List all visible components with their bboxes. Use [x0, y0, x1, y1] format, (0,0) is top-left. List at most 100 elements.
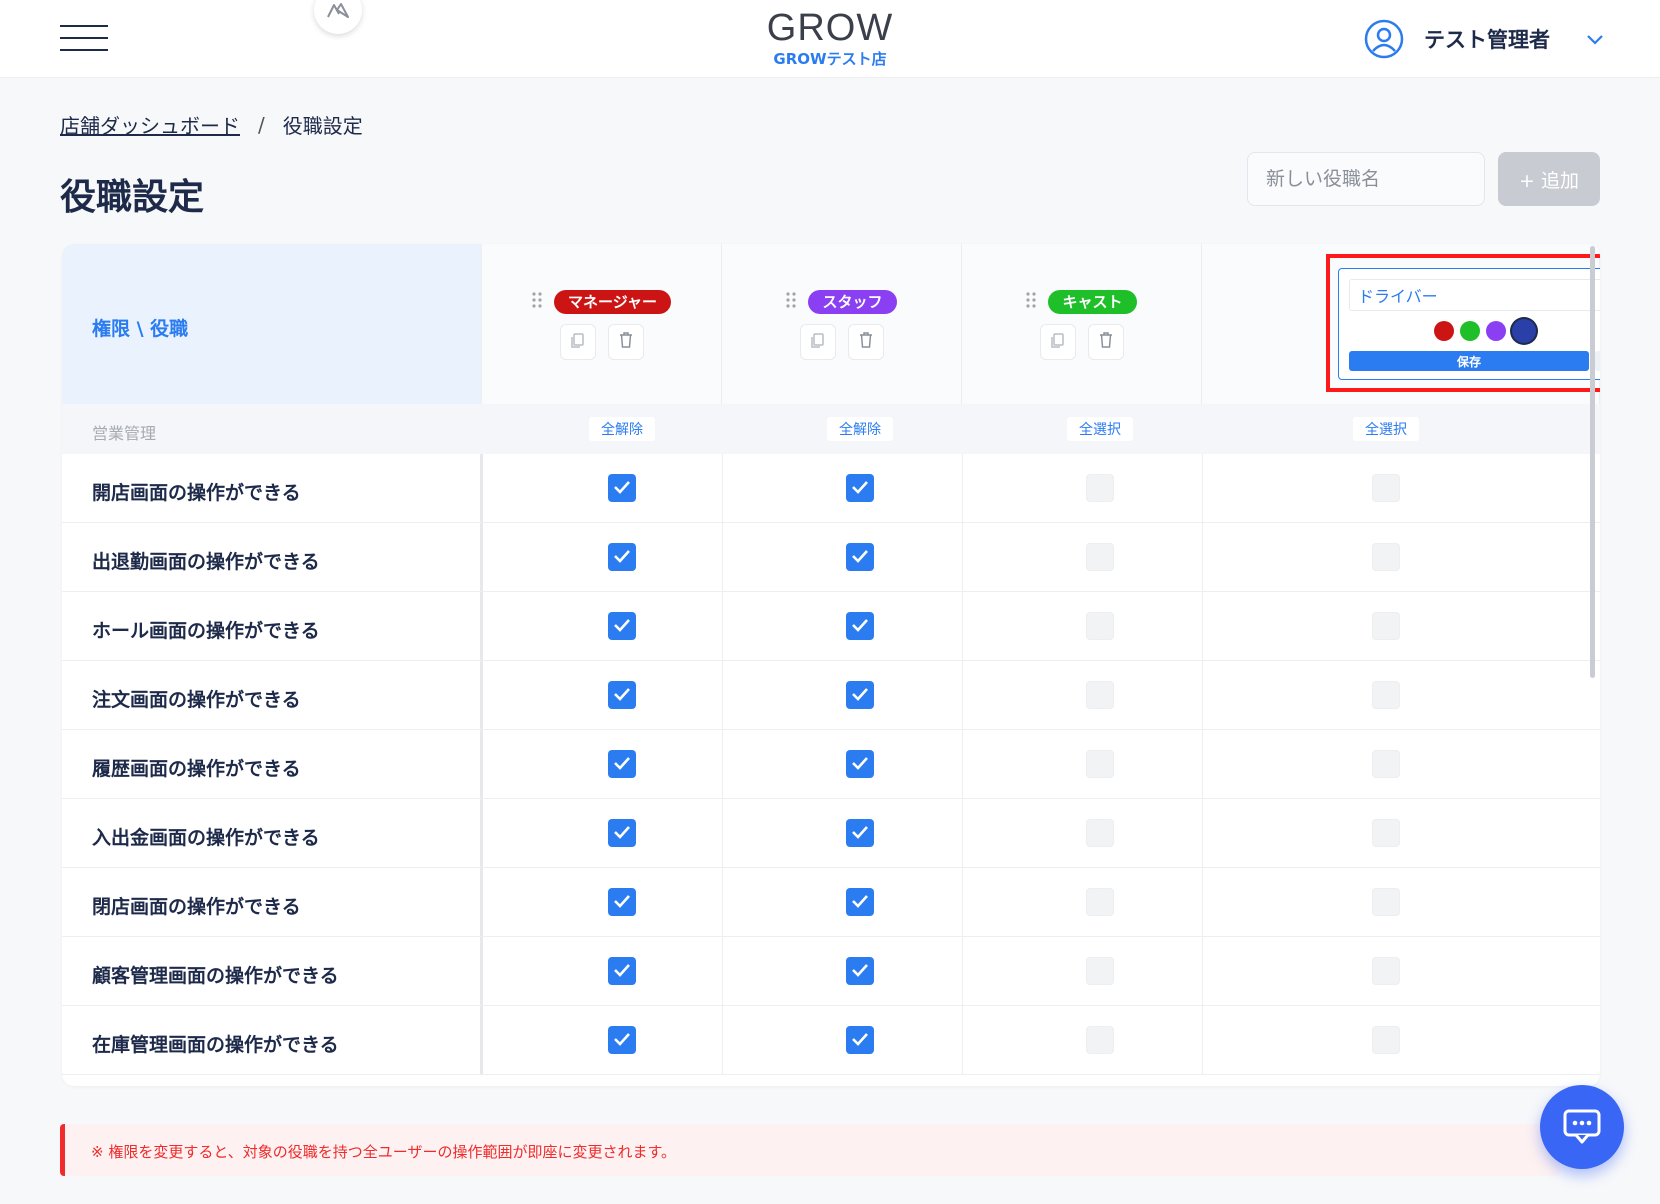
- permission-label: 閉店画面の操作ができる: [92, 896, 301, 918]
- trash-icon: [857, 331, 875, 353]
- permission-checkbox[interactable]: [1086, 612, 1114, 640]
- permission-checkbox[interactable]: [1372, 543, 1400, 571]
- new-role-name-input[interactable]: [1247, 152, 1485, 206]
- column-divider: [962, 799, 963, 867]
- permission-label: ホール画面の操作ができる: [92, 620, 320, 642]
- copy-role-button[interactable]: [799, 324, 836, 360]
- permission-checkbox[interactable]: [1086, 474, 1114, 502]
- column-divider: [480, 454, 483, 522]
- column-divider: [1202, 868, 1203, 936]
- column-divider: [722, 523, 723, 591]
- add-role-button[interactable]: + 追加: [1498, 152, 1600, 206]
- permission-checkbox[interactable]: [846, 681, 874, 709]
- delete-role-button[interactable]: [607, 324, 644, 360]
- permission-checkbox[interactable]: [1372, 819, 1400, 847]
- chevron-down-icon: [1587, 35, 1603, 45]
- permission-checkbox[interactable]: [1372, 750, 1400, 778]
- permission-checkbox[interactable]: [846, 612, 874, 640]
- color-swatch-1[interactable]: [1460, 321, 1480, 341]
- permission-row: 開店画面の操作ができる: [62, 454, 1600, 523]
- color-swatch-3[interactable]: [1512, 319, 1536, 343]
- drag-handle-icon[interactable]: [532, 292, 542, 312]
- permission-checkbox[interactable]: [608, 888, 636, 916]
- toggle-all-button-1[interactable]: 全解除: [827, 417, 893, 441]
- role-name-edit-input[interactable]: [1349, 279, 1600, 311]
- devtools-icon[interactable]: [314, 0, 362, 34]
- checkmark-icon: [851, 686, 869, 705]
- save-role-button[interactable]: 保存: [1349, 351, 1589, 371]
- user-menu[interactable]: テスト管理者: [1364, 18, 1604, 60]
- role-editor-highlight: 保存 x: [1326, 254, 1600, 392]
- chat-button[interactable]: [1540, 1085, 1624, 1169]
- permission-checkbox[interactable]: [608, 681, 636, 709]
- permission-label: 入出金画面の操作ができる: [92, 827, 320, 849]
- menu-icon[interactable]: [60, 25, 108, 53]
- toggle-all-button-0[interactable]: 全解除: [589, 417, 655, 441]
- color-swatches: [1339, 319, 1600, 343]
- section-header-row: 営業管理 全解除 全解除 全選択 全選択: [62, 404, 1600, 454]
- permission-checkbox[interactable]: [1086, 819, 1114, 847]
- permission-checkbox[interactable]: [846, 543, 874, 571]
- permission-checkbox[interactable]: [608, 957, 636, 985]
- checkmark-icon: [851, 548, 869, 567]
- drag-handle-icon[interactable]: [786, 292, 797, 312]
- permission-checkbox[interactable]: [1086, 1026, 1114, 1054]
- table-scrollbar[interactable]: [1590, 246, 1595, 678]
- column-divider: [1202, 454, 1203, 522]
- breadcrumb-store-dashboard[interactable]: 店舗ダッシュボード: [60, 110, 240, 139]
- color-swatch-0[interactable]: [1434, 321, 1454, 341]
- cancel-edit-button[interactable]: x: [1595, 351, 1600, 371]
- permission-checkbox[interactable]: [846, 1026, 874, 1054]
- permission-checkbox[interactable]: [1372, 888, 1400, 916]
- role-header-0: マネージャー: [482, 244, 722, 404]
- delete-role-button[interactable]: [847, 324, 884, 360]
- permission-checkbox[interactable]: [608, 612, 636, 640]
- permission-checkbox[interactable]: [846, 957, 874, 985]
- color-swatch-2[interactable]: [1486, 321, 1506, 341]
- app-title: GROW: [766, 7, 894, 49]
- column-divider: [1202, 661, 1203, 729]
- section-label: 営業管理: [92, 424, 157, 443]
- breadcrumb: 店舗ダッシュボード / 役職設定: [60, 110, 363, 139]
- permission-checkbox[interactable]: [1372, 1026, 1400, 1054]
- toggle-all-button-2[interactable]: 全選択: [1067, 417, 1133, 441]
- permission-checkbox[interactable]: [1086, 957, 1114, 985]
- permission-checkbox[interactable]: [846, 888, 874, 916]
- permission-checkbox[interactable]: [608, 1026, 636, 1054]
- checkmark-icon: [851, 617, 869, 636]
- permission-checkbox[interactable]: [1086, 888, 1114, 916]
- permission-label: 出退勤画面の操作ができる: [92, 551, 320, 573]
- permission-checkbox[interactable]: [1372, 612, 1400, 640]
- column-divider: [1202, 523, 1203, 591]
- permission-checkbox[interactable]: [1372, 681, 1400, 709]
- toggle-all-button-3[interactable]: 全選択: [1353, 417, 1419, 441]
- role-badge: マネージャー: [554, 290, 671, 314]
- copy-role-button[interactable]: [559, 324, 596, 360]
- permission-label: 在庫管理画面の操作ができる: [92, 1034, 339, 1056]
- permission-checkbox[interactable]: [846, 474, 874, 502]
- permission-checkbox[interactable]: [1372, 957, 1400, 985]
- permission-checkbox[interactable]: [608, 543, 636, 571]
- checkmark-icon: [851, 479, 869, 498]
- permission-checkbox[interactable]: [1086, 750, 1114, 778]
- permission-checkbox[interactable]: [608, 819, 636, 847]
- role-permission-table: 権限 \ 役職 マネージャー スタッフ キャスト 保存 x 営業管理 全解除 全解除 全…: [62, 244, 1600, 1086]
- permission-row: 閉店画面の操作ができる: [62, 868, 1600, 937]
- permission-checkbox[interactable]: [1372, 474, 1400, 502]
- permission-checkbox[interactable]: [846, 819, 874, 847]
- delete-role-button[interactable]: [1087, 324, 1124, 360]
- column-divider: [480, 661, 483, 729]
- permission-checkbox[interactable]: [608, 474, 636, 502]
- permission-checkbox[interactable]: [1086, 681, 1114, 709]
- column-divider: [480, 730, 483, 798]
- column-divider: [962, 730, 963, 798]
- copy-role-button[interactable]: [1039, 324, 1076, 360]
- column-divider: [722, 730, 723, 798]
- permission-checkbox[interactable]: [1086, 543, 1114, 571]
- permission-checkbox[interactable]: [608, 750, 636, 778]
- permission-checkbox[interactable]: [846, 750, 874, 778]
- drag-handle-icon[interactable]: [1026, 292, 1037, 312]
- role-header-2: キャスト: [962, 244, 1202, 404]
- new-role-editor: 保存 x: [1338, 268, 1600, 380]
- checkmark-icon: [613, 893, 631, 912]
